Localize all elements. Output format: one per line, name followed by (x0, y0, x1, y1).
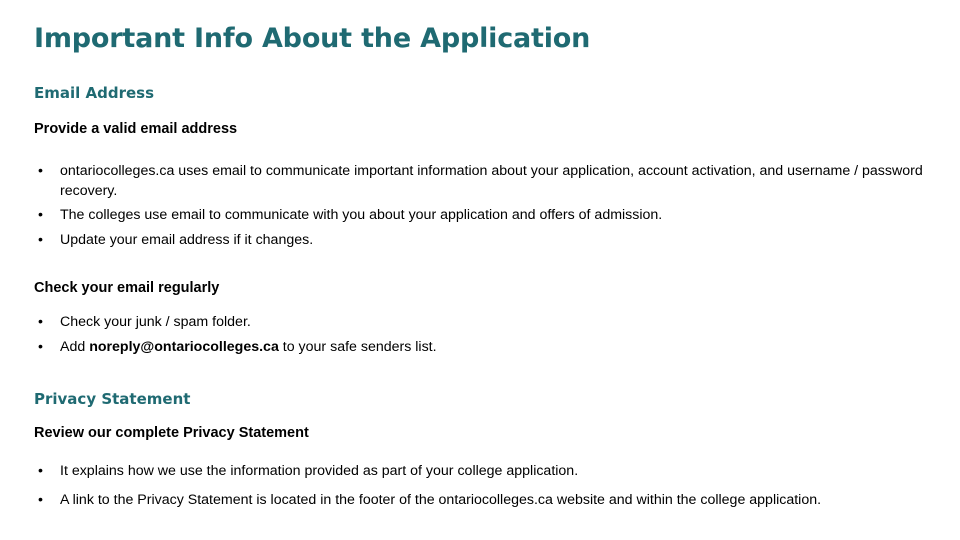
bullet-icon: • (38, 207, 43, 223)
list-item-text-suffix: to your safe senders list. (278, 338, 437, 355)
list-item: • ontariocolleges.ca uses email to commu… (34, 162, 930, 201)
sub-heading-provide-valid-email: Provide a valid email address (34, 121, 238, 137)
bullet-icon: • (38, 314, 43, 330)
section-heading-privacy-statement: Privacy Statement (34, 390, 191, 408)
sub-heading-check-email-regularly: Check your email regularly (34, 280, 220, 296)
list-item-text: A link to the Privacy Statement is locat… (60, 491, 822, 508)
section-privacy-statement: Privacy Statement Review our complete Pr… (34, 390, 930, 510)
list-item-text-prefix: Add (60, 338, 90, 355)
section-email-address: Email Address Provide a valid email addr… (34, 84, 930, 250)
list-item: • Update your email address if it change… (34, 231, 930, 251)
bullet-list-privacy-statement: • It explains how we use the information… (34, 462, 930, 510)
list-item: • Add noreply@ontariocolleges.ca to your… (34, 338, 930, 358)
list-item: • The colleges use email to communicate … (34, 206, 930, 226)
bullet-icon: • (38, 338, 43, 355)
list-item-text: Update your email address if it changes. (60, 231, 314, 248)
list-item-text: ontariocolleges.ca uses email to communi… (60, 163, 923, 199)
bullet-icon: • (38, 491, 43, 508)
slide: Important Info About the Application Ema… (0, 0, 960, 540)
section-check-email: Check your email regularly • Check your … (34, 279, 930, 357)
bullet-list-check-email: • Check your junk / spam folder. • Add n… (34, 313, 930, 357)
list-item-text-emphasis: noreply@ontariocolleges.ca (89, 338, 279, 355)
page-title: Important Info About the Application (34, 23, 591, 54)
bullet-list-email-address: • ontariocolleges.ca uses email to commu… (34, 162, 930, 250)
list-item: • Check your junk / spam folder. (34, 313, 930, 333)
list-item-text: It explains how we use the information p… (60, 463, 579, 479)
bullet-icon: • (38, 231, 43, 248)
list-item: • It explains how we use the information… (34, 462, 930, 482)
list-item-text: Check your junk / spam folder. (60, 314, 251, 330)
slide-content: Important Info About the Application Ema… (34, 22, 930, 519)
list-item: • A link to the Privacy Statement is loc… (34, 491, 930, 511)
bullet-icon: • (38, 463, 43, 479)
bullet-icon: • (38, 163, 43, 179)
section-heading-email-address: Email Address (34, 84, 155, 102)
list-item-text: The colleges use email to communicate wi… (60, 207, 663, 223)
sub-heading-review-privacy-statement: Review our complete Privacy Statement (34, 425, 309, 441)
